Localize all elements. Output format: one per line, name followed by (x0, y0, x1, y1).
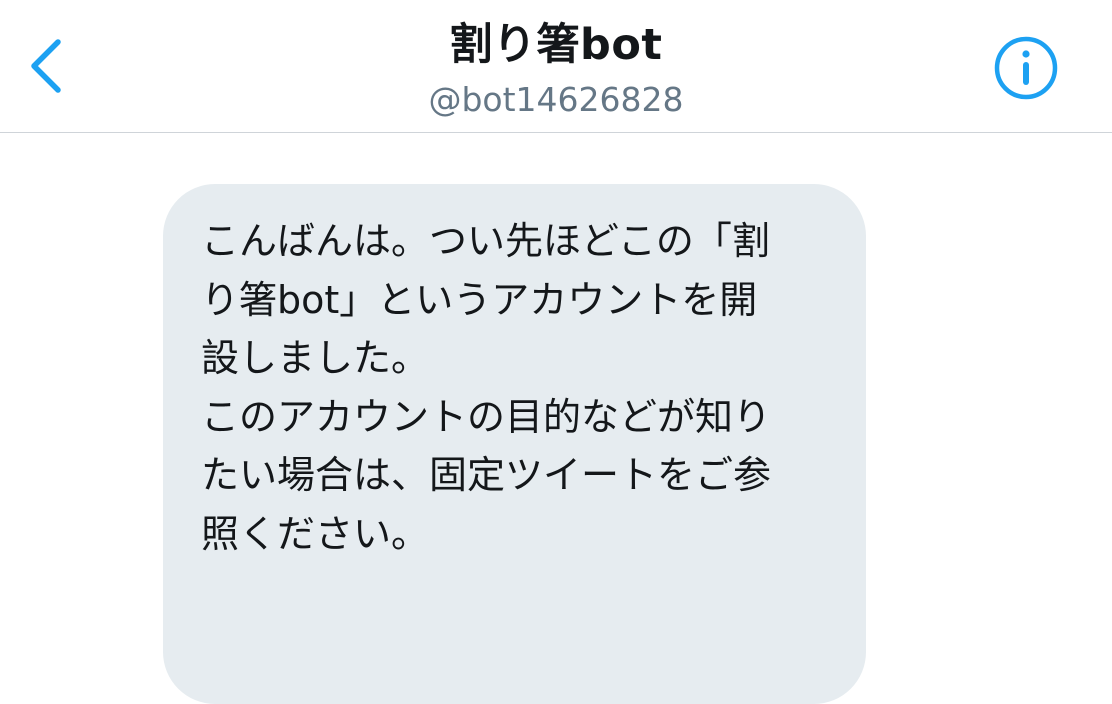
message-line: こんばんは。つい先ほどこの「割 (201, 219, 770, 263)
message-bubble[interactable]: こんばんは。つい先ほどこの「割 り箸bot」というアカウントを開 設しました。 … (163, 184, 866, 704)
back-button[interactable] (14, 28, 78, 104)
user-handle: @bot14626828 (428, 80, 684, 119)
message-line: り箸bot」というアカウントを開 (201, 277, 758, 322)
display-name: 割り箸bot (449, 20, 663, 70)
conversation-title[interactable]: 割り箸bot @bot14626828 (280, 14, 832, 122)
message-line: たい場合は、固定ツイートをご参 (201, 453, 772, 497)
info-circle-icon (994, 36, 1058, 100)
message-thread[interactable]: こんばんは。つい先ほどこの「割 り箸bot」というアカウントを開 設しました。 … (0, 133, 1112, 704)
message-line: このアカウントの目的などが知り (201, 394, 772, 439)
chevron-left-icon (31, 39, 61, 93)
info-button[interactable] (992, 34, 1060, 102)
conversation-header: 割り箸bot @bot14626828 (0, 0, 1112, 133)
message-line: 照ください。 (201, 511, 430, 556)
message-line: 設しました。 (201, 336, 430, 380)
